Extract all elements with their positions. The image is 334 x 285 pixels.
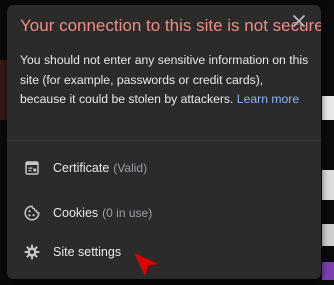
- cookies-count: (0 in use): [102, 206, 153, 220]
- background-page-fragment: [322, 262, 334, 280]
- divider: [7, 140, 321, 141]
- site-info-popup: Your connection to this site is not secu…: [7, 5, 321, 279]
- background-page-fragment: [322, 96, 334, 120]
- annotation-arrow-icon: [134, 253, 158, 276]
- cookies-item[interactable]: Cookies (0 in use): [7, 194, 321, 232]
- background-page-fragment: [322, 224, 334, 246]
- cookies-label: Cookies: [53, 206, 99, 220]
- security-warning-title: Your connection to this site is not secu…: [20, 16, 321, 35]
- learn-more-link[interactable]: Learn more: [237, 92, 299, 106]
- site-settings-item[interactable]: Site settings: [7, 233, 321, 271]
- certificate-label: Certificate: [53, 161, 110, 175]
- site-settings-label: Site settings: [53, 245, 122, 259]
- background-page-fragment: [322, 170, 334, 200]
- gear-icon: [23, 243, 41, 261]
- certificate-icon: [23, 159, 41, 177]
- certificate-status: (Valid): [113, 161, 148, 175]
- certificate-item[interactable]: Certificate (Valid): [7, 149, 321, 187]
- cookie-icon: [23, 204, 41, 222]
- security-warning-message: You should not enter any sensitive infor…: [20, 51, 312, 110]
